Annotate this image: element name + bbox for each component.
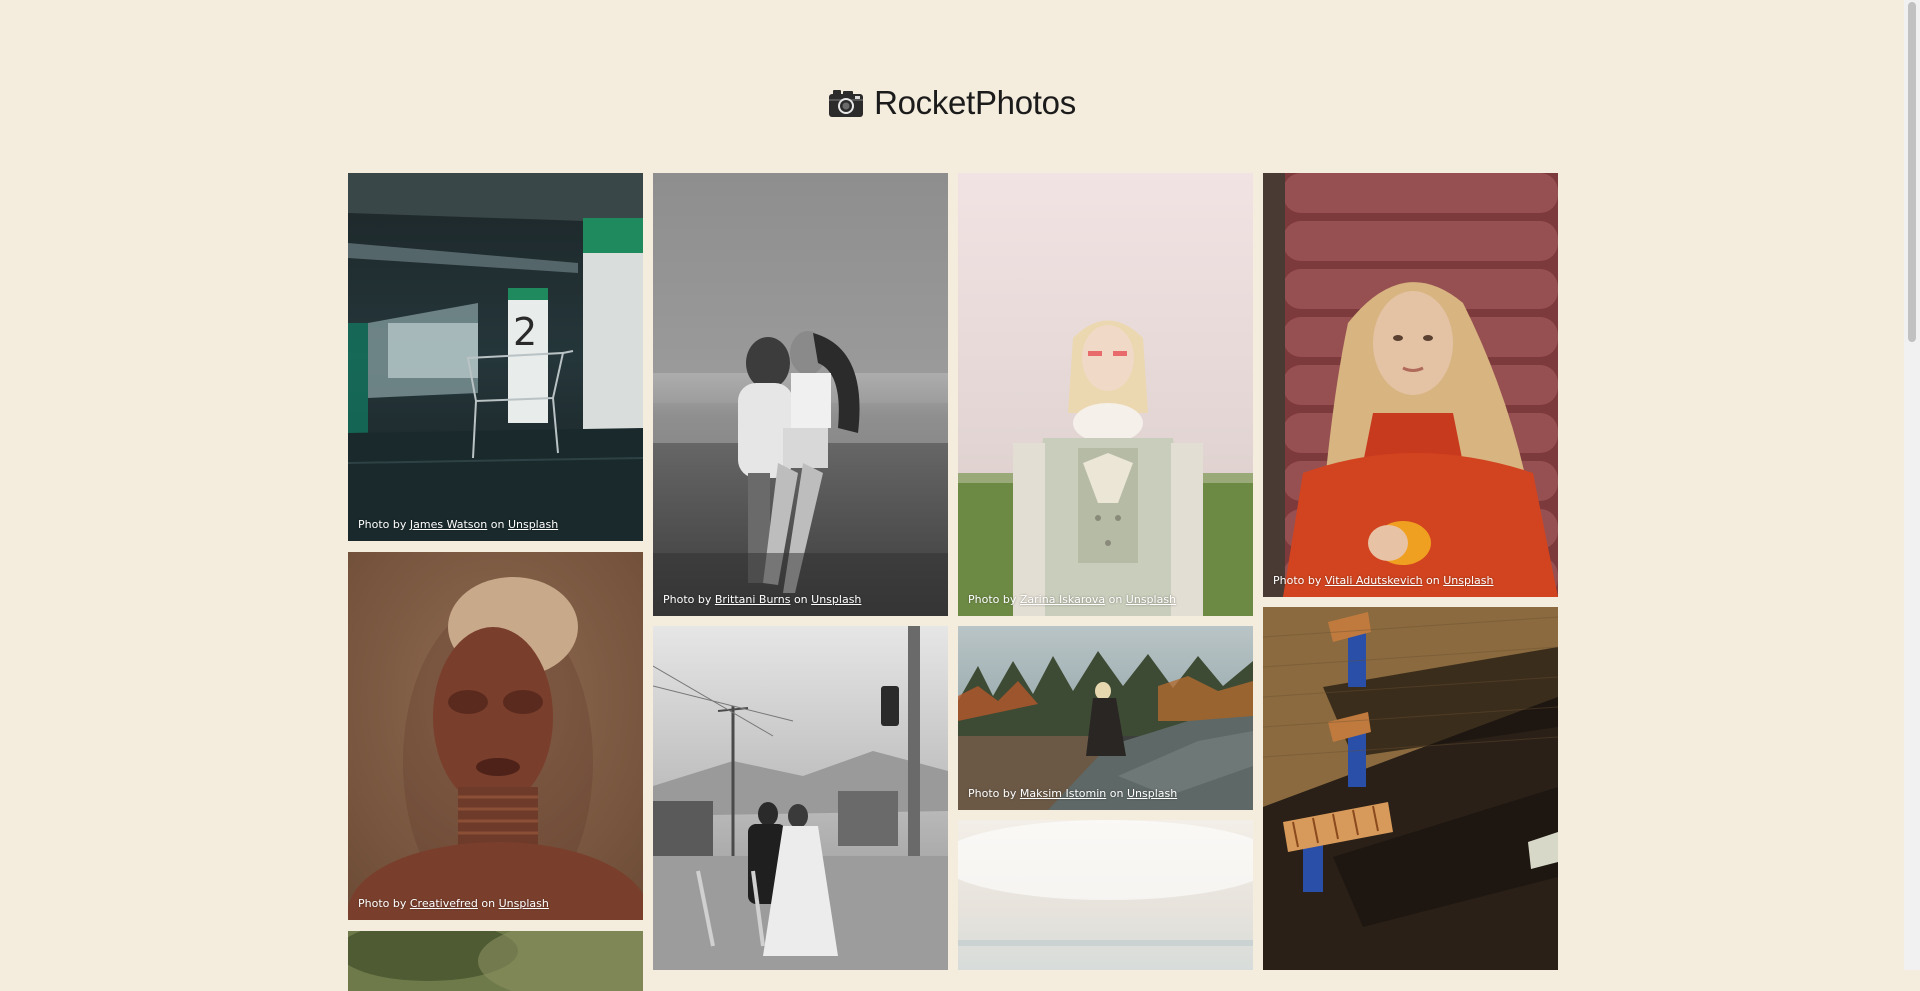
photo-credit: Photo by Maksim Istomin on Unsplash (968, 787, 1177, 800)
credit-prefix: Photo by (358, 518, 407, 531)
photo-card[interactable] (348, 931, 643, 991)
photo-image[interactable] (958, 626, 1253, 810)
photo-image[interactable]: 2 (348, 173, 643, 541)
credit-prefix: Photo by (968, 787, 1017, 800)
unsplash-link[interactable]: Unsplash (508, 518, 558, 531)
author-link[interactable]: Maksim Istomin (1020, 787, 1106, 800)
brand[interactable]: RocketPhotos (828, 84, 1076, 122)
unsplash-link[interactable]: Unsplash (1127, 787, 1177, 800)
svg-text:2: 2 (513, 310, 537, 354)
credit-on: on (1109, 787, 1124, 800)
photo-credit: Photo by James Watson on Unsplash (358, 518, 558, 531)
photo-image[interactable] (958, 173, 1253, 616)
photo-credit: Photo by Zarina Iskarova on Unsplash (968, 593, 1176, 606)
credit-on: on (793, 593, 808, 606)
photo-card[interactable]: Photo by Brittani Burns on Unsplash (653, 173, 948, 616)
credit-on: on (490, 518, 505, 531)
site-title: RocketPhotos (874, 83, 1076, 121)
photo-card[interactable] (1263, 607, 1558, 970)
credit-prefix: Photo by (1273, 574, 1322, 587)
credit-on: on (1108, 593, 1123, 606)
photo-card[interactable]: Photo by Vitali Adutskevich on Unsplash (1263, 173, 1558, 597)
credit-prefix: Photo by (358, 897, 407, 910)
author-link[interactable]: Brittani Burns (715, 593, 791, 606)
camera-icon (828, 88, 864, 118)
photo-image[interactable] (653, 626, 948, 970)
scrollbar-thumb[interactable] (1908, 2, 1916, 342)
vertical-scrollbar[interactable] (1904, 0, 1920, 970)
photo-card[interactable]: Photo by Creativefred on Unsplash (348, 552, 643, 920)
photo-card[interactable]: Photo by Zarina Iskarova on Unsplash (958, 173, 1253, 616)
photo-card[interactable] (653, 626, 948, 970)
photo-image[interactable] (653, 173, 948, 616)
unsplash-link[interactable]: Unsplash (1443, 574, 1493, 587)
author-link[interactable]: Creativefred (410, 897, 478, 910)
unsplash-link[interactable]: Unsplash (1126, 593, 1176, 606)
photo-image[interactable] (348, 552, 643, 920)
photo-card[interactable]: 2 Photo by James Watson on Unsplash (348, 173, 643, 541)
author-link[interactable]: Vitali Adutskevich (1325, 574, 1423, 587)
photo-card[interactable] (958, 820, 1253, 970)
credit-prefix: Photo by (968, 593, 1017, 606)
photo-image[interactable] (348, 931, 643, 991)
credit-on: on (481, 897, 496, 910)
photo-image[interactable] (958, 820, 1253, 970)
author-link[interactable]: Zarina Iskarova (1020, 593, 1105, 606)
photo-grid: 2 Photo by James Watson on Unsplash Phot… (348, 173, 1558, 991)
unsplash-link[interactable]: Unsplash (499, 897, 549, 910)
site-header: RocketPhotos (0, 0, 1904, 170)
photo-credit: Photo by Vitali Adutskevich on Unsplash (1273, 574, 1494, 587)
photo-image[interactable] (1263, 607, 1558, 970)
photo-credit: Photo by Creativefred on Unsplash (358, 897, 549, 910)
photo-image[interactable] (1263, 173, 1558, 597)
credit-prefix: Photo by (663, 593, 712, 606)
photo-card[interactable]: Photo by Maksim Istomin on Unsplash (958, 626, 1253, 810)
credit-on: on (1426, 574, 1440, 587)
author-link[interactable]: James Watson (410, 518, 487, 531)
unsplash-link[interactable]: Unsplash (811, 593, 861, 606)
photo-credit: Photo by Brittani Burns on Unsplash (663, 593, 861, 606)
